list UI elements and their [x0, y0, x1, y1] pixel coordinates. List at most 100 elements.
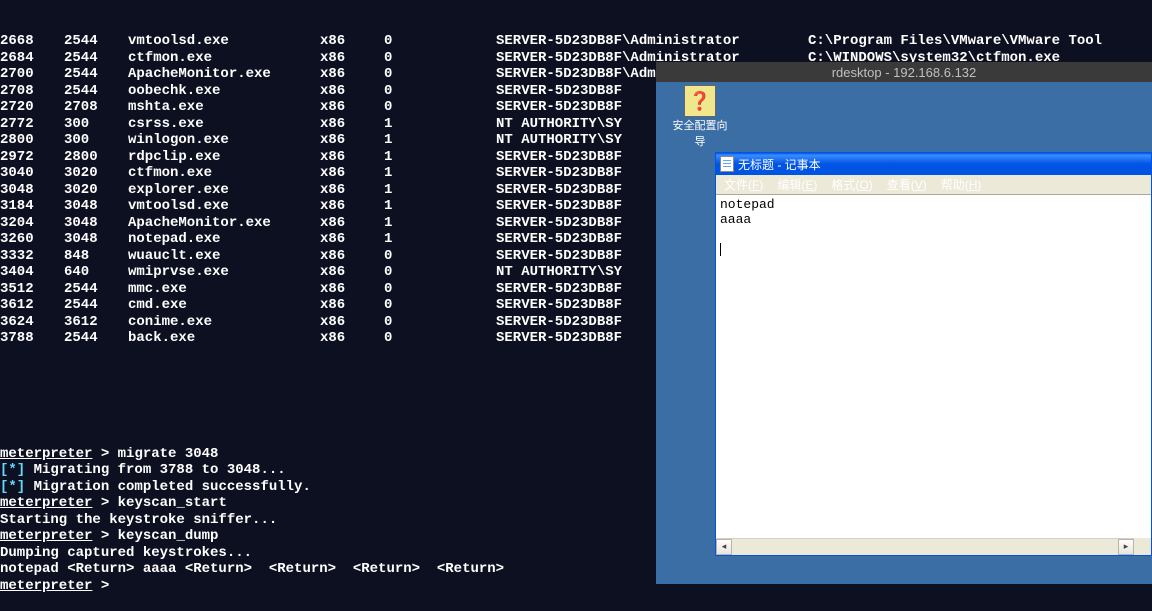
session: 0 [384, 264, 496, 281]
pid: 3260 [0, 231, 64, 248]
ppid: 2544 [64, 50, 128, 67]
arch: x86 [320, 330, 384, 347]
process-name: ApacheMonitor.exe [128, 66, 320, 83]
arch: x86 [320, 198, 384, 215]
pid: 2684 [0, 50, 64, 67]
notepad-window[interactable]: 无标题 - 记事本 文件(F) 编辑(E) 格式(O) 查看(V) 帮助(H) … [715, 152, 1152, 556]
session: 0 [384, 66, 496, 83]
arch: x86 [320, 248, 384, 265]
ppid: 3020 [64, 165, 128, 182]
pid: 2800 [0, 132, 64, 149]
pid: 2972 [0, 149, 64, 166]
pid: 3788 [0, 330, 64, 347]
keystroke-dump: notepad <Return> aaaa <Return> <Return> … [0, 561, 504, 577]
session: 0 [384, 330, 496, 347]
arch: x86 [320, 231, 384, 248]
desktop-icon-label: 安全配置向导 [670, 117, 730, 149]
session: 0 [384, 33, 496, 50]
pid: 3332 [0, 248, 64, 265]
process-name: oobechk.exe [128, 83, 320, 100]
process-path: C:\Program Files\VMware\VMware Tool [808, 33, 1152, 50]
ppid: 2800 [64, 149, 128, 166]
ppid: 3048 [64, 231, 128, 248]
arch: x86 [320, 314, 384, 331]
text-cursor [720, 243, 721, 256]
resize-grip[interactable] [1134, 538, 1151, 555]
ppid: 2544 [64, 33, 128, 50]
notepad-title: 无标题 - 记事本 [738, 156, 821, 173]
arch: x86 [320, 33, 384, 50]
ppid: 2544 [64, 83, 128, 100]
menu-format[interactable]: 格式(O) [827, 176, 876, 193]
info-marker: [*] [0, 479, 34, 495]
pid: 2720 [0, 99, 64, 116]
process-name: ctfmon.exe [128, 165, 320, 182]
pid: 3184 [0, 198, 64, 215]
process-name: explorer.exe [128, 182, 320, 199]
rdesktop-titlebar[interactable]: rdesktop - 192.168.6.132 [656, 62, 1152, 82]
ppid: 2544 [64, 297, 128, 314]
session: 1 [384, 198, 496, 215]
process-name: wuauclt.exe [128, 248, 320, 265]
pid: 3612 [0, 297, 64, 314]
ppid: 3048 [64, 198, 128, 215]
menu-view[interactable]: 查看(V) [883, 176, 931, 193]
command-keyscan-start: keyscan_start [118, 495, 227, 511]
meterpreter-prompt: meterpreter [0, 578, 92, 594]
process-name: mmc.exe [128, 281, 320, 298]
session: 1 [384, 231, 496, 248]
meterpreter-prompt: meterpreter [0, 528, 92, 544]
rdesktop-desktop[interactable]: ❓ 安全配置向导 无标题 - 记事本 文件(F) 编辑(E) 格式(O) 查看(… [656, 82, 1152, 584]
process-name: ApacheMonitor.exe [128, 215, 320, 232]
session: 1 [384, 215, 496, 232]
notepad-app-icon [720, 156, 734, 172]
arch: x86 [320, 149, 384, 166]
session: 0 [384, 281, 496, 298]
horizontal-scrollbar[interactable]: ◂ ▸ [716, 538, 1134, 555]
notepad-titlebar[interactable]: 无标题 - 记事本 [716, 153, 1151, 175]
arch: x86 [320, 215, 384, 232]
ppid: 2544 [64, 281, 128, 298]
menu-help[interactable]: 帮助(H) [937, 176, 986, 193]
desktop-icon-security-wizard[interactable]: ❓ 安全配置向导 [670, 85, 730, 149]
process-name: cmd.exe [128, 297, 320, 314]
process-name: conime.exe [128, 314, 320, 331]
scroll-right-button[interactable]: ▸ [1118, 539, 1134, 555]
meterpreter-prompt: meterpreter [0, 446, 92, 462]
arch: x86 [320, 116, 384, 133]
ppid: 300 [64, 116, 128, 133]
security-wizard-icon: ❓ [684, 85, 716, 117]
notepad-text-area[interactable]: notepad aaaa ◂ ▸ [716, 195, 1151, 555]
ppid: 2544 [64, 330, 128, 347]
pid: 3512 [0, 281, 64, 298]
ppid: 3612 [64, 314, 128, 331]
arch: x86 [320, 297, 384, 314]
scroll-left-button[interactable]: ◂ [716, 539, 732, 555]
session: 0 [384, 99, 496, 116]
command-keyscan-dump: keyscan_dump [118, 528, 219, 544]
arch: x86 [320, 264, 384, 281]
pid: 3204 [0, 215, 64, 232]
pid: 2708 [0, 83, 64, 100]
ppid: 848 [64, 248, 128, 265]
session: 1 [384, 182, 496, 199]
menu-file[interactable]: 文件(F) [720, 176, 767, 193]
session: 0 [384, 50, 496, 67]
rdesktop-title: rdesktop - 192.168.6.132 [832, 65, 977, 80]
process-name: mshta.exe [128, 99, 320, 116]
ppid: 300 [64, 132, 128, 149]
command-migrate: migrate 3048 [118, 446, 219, 462]
ppid: 3020 [64, 182, 128, 199]
user: SERVER-5D23DB8F\Administrator [496, 33, 808, 50]
arch: x86 [320, 132, 384, 149]
process-name: vmtoolsd.exe [128, 198, 320, 215]
pid: 2668 [0, 33, 64, 50]
session: 0 [384, 297, 496, 314]
process-name: notepad.exe [128, 231, 320, 248]
process-name: csrss.exe [128, 116, 320, 133]
session: 0 [384, 314, 496, 331]
arch: x86 [320, 165, 384, 182]
pid: 2700 [0, 66, 64, 83]
arch: x86 [320, 281, 384, 298]
menu-edit[interactable]: 编辑(E) [773, 176, 821, 193]
